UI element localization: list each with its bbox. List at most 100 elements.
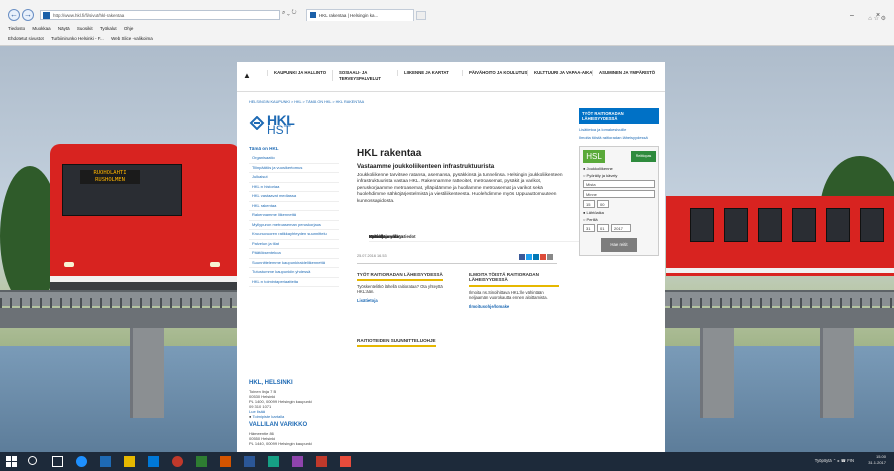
app-icon[interactable] <box>268 456 279 467</box>
new-tab-button[interactable] <box>416 11 426 20</box>
search-routes-button[interactable]: Hae reitit <box>601 238 637 252</box>
hkl-logo[interactable]: HKL HST <box>249 112 299 137</box>
from-input[interactable]: Mista <box>583 180 655 188</box>
windows-start-icon[interactable] <box>6 456 17 467</box>
nav-item-city[interactable]: KAUPUNKI JA HALLINTO <box>267 70 335 76</box>
menu-favorites[interactable]: Suosikit <box>77 26 93 31</box>
mode-radio-bike[interactable]: ○ Pyöräily ja kävely <box>583 173 655 178</box>
leftnav-main-item[interactable]: Palaute ja yhteystiedot <box>369 232 579 242</box>
leftnav-item[interactable]: Kruunuvuoren ratikkayhteyden suunnittelu <box>249 230 339 240</box>
teaser-link[interactable]: Ilmoitusohje/lomake <box>469 304 559 309</box>
pdf-icon[interactable] <box>316 456 327 467</box>
leftnav-item[interactable]: HKL:n toimintaperiaatteita <box>249 278 339 287</box>
site-content: ▲ KAUPUNKI JA HALLINTO SOSIAALI- JA TERV… <box>237 62 665 452</box>
favorites-item[interactable]: Web Slice -valikoima <box>111 36 153 41</box>
address-text: http://www.hkl.fi/fi/sivut/hkl-rakentaa <box>53 13 125 18</box>
leftnav-item[interactable]: Tilinpäätös ja vuosikertomus <box>249 164 339 173</box>
page-title: HKL rakentaa <box>357 148 422 159</box>
twitter-icon[interactable] <box>526 254 532 260</box>
linkedin-icon[interactable] <box>533 254 539 260</box>
nav-item-housing[interactable]: ASUMINEN JA YMPÄRISTÖ <box>592 70 660 76</box>
nav-row: ← → http://www.hkl.fi/fi/sivut/hkl-raken… <box>0 8 894 22</box>
leftnav-heading[interactable]: Tämä on HKL <box>249 146 339 151</box>
search-refresh-icons[interactable]: ⌕ ⌄ ↻ <box>282 10 297 17</box>
forward-button[interactable]: → <box>22 9 34 21</box>
leftnav-item[interactable]: Suunnittelemme kaupunkiraideliikennettä <box>249 259 339 268</box>
time-radio-arrive[interactable]: ○ Perillä <box>583 217 655 222</box>
breadcrumb[interactable]: HELSINGIN KAUPUNKI > HKL > TÄMÄ ON HKL >… <box>249 100 364 104</box>
app-icon[interactable] <box>292 456 303 467</box>
train-headlight <box>210 262 220 267</box>
day-input[interactable]: 31 <box>583 224 595 232</box>
file-explorer-icon[interactable] <box>124 456 135 467</box>
teaser-card[interactable]: RAITIOTEIDEN SUUNNITTELUOHJE <box>357 338 447 350</box>
leftnav-item[interactable]: HKL:n historiaa <box>249 183 339 192</box>
teaser-card[interactable]: ILMOITA TÖISTÄ RAITIORADAN LÄHEISYYDESSÄ… <box>469 272 559 309</box>
promo-link[interactable]: Ilmoita töistä raitioradan läheisyydessä <box>579 135 659 140</box>
chrome-icon[interactable] <box>172 456 183 467</box>
leftnav-item[interactable]: Myllypuron metroaseman peruskorjaus <box>249 221 339 230</box>
leftnav-item-active[interactable]: HKL rakentaa <box>249 202 339 211</box>
favorites-item[interactable]: Ehdotetut sivustot <box>8 36 44 41</box>
browser-tool-icons[interactable]: ⌂ ☆ ⚙ <box>868 15 886 22</box>
app-icon[interactable] <box>340 456 351 467</box>
mode-radio-public[interactable]: ● Joukkoliikenne <box>583 166 655 171</box>
menu-view[interactable]: Näytä <box>58 26 70 31</box>
logo-hst-text: HST <box>267 123 291 137</box>
right-column: TYÖT RAITIORADAN LÄHEISYYDESSÄ Lisätieto… <box>579 108 659 256</box>
month-input[interactable]: 01 <box>597 224 609 232</box>
leftnav-item[interactable]: Rakennamme liikennettä <box>249 211 339 221</box>
task-view-icon[interactable] <box>52 456 63 467</box>
contact-line: PL 1440, 00099 Helsingin kaupunki <box>249 441 312 446</box>
internet-explorer-icon[interactable] <box>100 456 111 467</box>
nav-item-traffic-maps[interactable]: LIIKENNE JA KARTAT <box>397 70 465 76</box>
tray-icons[interactable]: Työpöytä ⌃ ▸ ☎ FIN <box>815 458 854 463</box>
menu-bar: Tiedosto Muokkaa Näytä Suosikit Työkalut… <box>8 26 139 31</box>
clock[interactable]: 15.00 31.1.2017 <box>868 454 886 466</box>
tab-hkl-rakentaa[interactable]: HKL rakentaa | Helsingin ka... <box>306 9 414 21</box>
favorites-bar: Ehdotetut sivustot Turbiinirunko Helsink… <box>8 36 159 41</box>
contact-block: HKL, HELSINKI Toinen linja 7 B 00530 Hel… <box>249 380 347 446</box>
store-icon[interactable] <box>148 456 159 467</box>
year-input[interactable]: 2017 <box>611 224 631 232</box>
contact-map-link[interactable]: ● Toimipiste kartalla <box>249 414 347 419</box>
facebook-icon[interactable] <box>519 254 525 260</box>
promo-link[interactable]: Lisätietoa ja lomakesivuille <box>579 127 659 132</box>
minute-input[interactable]: 00 <box>597 200 609 208</box>
google-plus-icon[interactable] <box>540 254 546 260</box>
leftnav-item[interactable]: Tutustumme kaupunkiin yhdessä <box>249 268 339 278</box>
back-button[interactable]: ← <box>8 9 20 21</box>
edge-icon[interactable] <box>76 456 87 467</box>
excel-icon[interactable] <box>196 456 207 467</box>
nav-item-culture[interactable]: KULTTUURI JA VAPAA-AIKA <box>527 70 595 76</box>
minimize-button[interactable]: – <box>850 12 854 19</box>
leftnav-item[interactable]: HKL vastaavat mediassa <box>249 192 339 202</box>
leftnav-item[interactable]: Organisaatio <box>249 154 339 164</box>
promo-heading[interactable]: TYÖT RAITIORADAN LÄHEISYYDESSÄ <box>579 108 659 124</box>
time-radio-label: Lähtöaika <box>586 210 604 215</box>
nav-item-education[interactable]: PÄIVÄHOITO JA KOULUTUS <box>462 70 530 76</box>
teaser-link[interactable]: Lisätietoja <box>357 298 447 303</box>
leftnav-item[interactable]: Julkaisut <box>249 173 339 183</box>
to-input[interactable]: Minne <box>583 190 655 198</box>
hour-input[interactable]: 15 <box>583 200 595 208</box>
address-bar[interactable]: http://www.hkl.fi/fi/sivut/hkl-rakentaa <box>40 10 280 20</box>
time-radio-depart[interactable]: ● Lähtöaika <box>583 210 655 215</box>
mode-radio-label: Pyöräily ja kävely <box>586 173 618 178</box>
email-share-icon[interactable] <box>547 254 553 260</box>
menu-file[interactable]: Tiedosto <box>8 26 25 31</box>
menu-help[interactable]: Ohje <box>124 26 134 31</box>
word-icon[interactable] <box>244 456 255 467</box>
nav-item-social-health[interactable]: SOSIAALI- JA TERVEYSPALVELUT <box>332 70 400 81</box>
powerpoint-icon[interactable] <box>220 456 231 467</box>
search-icon[interactable] <box>28 456 37 465</box>
menu-tools[interactable]: Työkalut <box>100 26 117 31</box>
left-navigation: Tämä on HKL Organisaatio Tilinpäätös ja … <box>249 146 579 287</box>
teaser-card[interactable]: TYÖT RAITIORADAN LÄHEISYYDESSÄ Työskente… <box>357 272 447 303</box>
home-icon[interactable]: ▲ <box>243 71 251 80</box>
leftnav-item[interactable]: Palvelun ja tilat <box>249 240 339 249</box>
leftnav-item[interactable]: Päätöksentekoa <box>249 249 339 259</box>
menu-edit[interactable]: Muokkaa <box>32 26 50 31</box>
contact-title: HKL, HELSINKI <box>249 380 293 386</box>
favorites-item[interactable]: Turbiinirunko Helsinki - F... <box>51 36 104 41</box>
